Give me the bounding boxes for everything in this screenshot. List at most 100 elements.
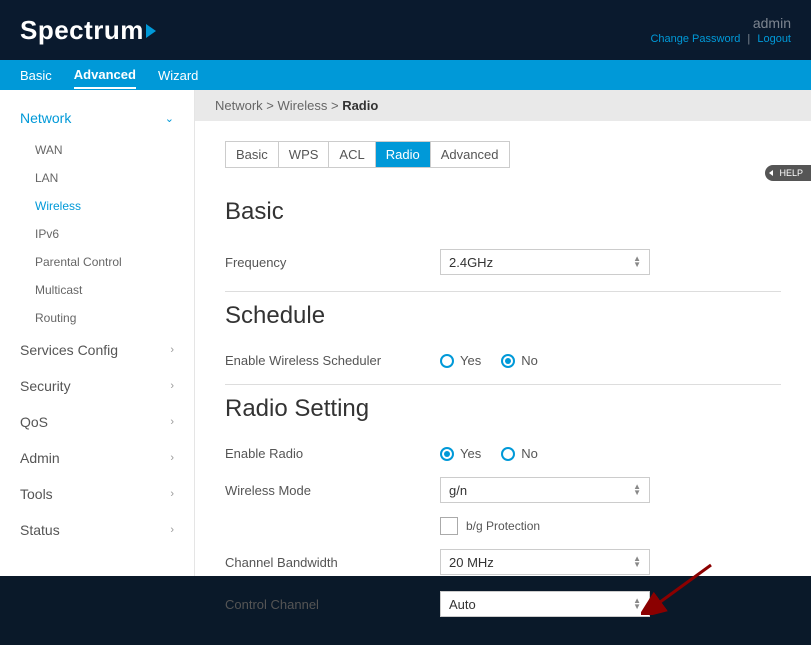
header: Spectrum admin Change Password | Logout [0,0,811,60]
tab-advanced[interactable]: Advanced [74,62,136,89]
section-title-basic: Basic [225,198,781,226]
sidebar-label: QoS [20,414,48,430]
enable-radio-radios: Yes No [440,446,781,461]
select-arrows-icon: ▲▼ [633,598,641,610]
bg-protection-label: b/g Protection [466,519,540,533]
sidebar-section-network[interactable]: Network ⌄ [0,100,194,136]
subtab-acl[interactable]: ACL [329,142,375,167]
subtab-wps[interactable]: WPS [279,142,330,167]
chevron-right-icon: › [170,416,174,428]
enable-radio-no[interactable]: No [501,446,538,461]
tab-wizard[interactable]: Wizard [158,63,198,88]
radio-label: No [521,353,538,368]
frequency-select[interactable]: 2.4GHz ▲▼ [440,249,650,275]
control-channel-control: Auto ▲▼ [440,591,781,617]
breadcrumb: Network > Wireless > Radio [195,90,811,121]
form-row-control-channel: Control Channel Auto ▲▼ [225,583,781,625]
sidebar: Network ⌄ WAN LAN Wireless IPv6 Parental… [0,90,195,576]
section-title-radio: Radio Setting [225,395,781,423]
sidebar-label: Network [20,110,71,126]
channel-bandwidth-value: 20 MHz [449,555,494,570]
sub-tabs: Basic WPS ACL Radio Advanced [225,141,510,168]
sidebar-item-routing[interactable]: Routing [0,304,194,332]
channel-bandwidth-select[interactable]: 20 MHz ▲▼ [440,549,650,575]
sidebar-section-services-config[interactable]: Services Config › [0,332,194,368]
logo-text: Spectrum [20,15,144,46]
sidebar-subitems-network: WAN LAN Wireless IPv6 Parental Control M… [0,136,194,332]
control-channel-label: Control Channel [225,597,440,612]
radio-icon [440,354,454,368]
frequency-value: 2.4GHz [449,255,493,270]
channel-bandwidth-control: 20 MHz ▲▼ [440,549,781,575]
sidebar-item-parental-control[interactable]: Parental Control [0,248,194,276]
frequency-label: Frequency [225,255,440,270]
content-area: Network ⌄ WAN LAN Wireless IPv6 Parental… [0,90,811,576]
sidebar-item-wan[interactable]: WAN [0,136,194,164]
radio-icon [440,447,454,461]
scheduler-radios: Yes No [440,353,781,368]
form-row-channel-bandwidth: Channel Bandwidth 20 MHz ▲▼ [225,541,781,583]
user-links: Change Password | Logout [650,33,791,45]
bg-protection-checkbox[interactable] [440,517,458,535]
sidebar-item-wireless[interactable]: Wireless [0,192,194,220]
sidebar-label: Tools [20,486,53,502]
wireless-mode-label: Wireless Mode [225,483,440,498]
scheduler-no-radio[interactable]: No [501,353,538,368]
logout-link[interactable]: Logout [757,33,791,45]
chevron-right-icon: › [170,524,174,536]
select-arrows-icon: ▲▼ [633,256,641,268]
scheduler-yes-radio[interactable]: Yes [440,353,481,368]
sidebar-item-lan[interactable]: LAN [0,164,194,192]
bg-protection-row: b/g Protection [440,511,781,541]
sidebar-section-status[interactable]: Status › [0,512,194,548]
form-row-enable-radio: Enable Radio Yes No [225,438,781,469]
control-channel-value: Auto [449,597,476,612]
username-label: admin [650,15,791,31]
channel-bandwidth-label: Channel Bandwidth [225,555,440,570]
chevron-right-icon: › [170,380,174,392]
subtab-advanced[interactable]: Advanced [431,142,509,167]
radio-icon [501,354,515,368]
enable-radio-yes[interactable]: Yes [440,446,481,461]
control-channel-select[interactable]: Auto ▲▼ [440,591,650,617]
tab-basic[interactable]: Basic [20,63,52,88]
subtab-radio[interactable]: Radio [376,142,431,167]
radio-icon [501,447,515,461]
section-title-schedule: Schedule [225,302,781,330]
select-arrows-icon: ▲▼ [633,556,641,568]
radio-label: No [521,446,538,461]
chevron-right-icon: › [170,452,174,464]
select-arrows-icon: ▲▼ [633,484,641,496]
divider [225,384,781,385]
chevron-down-icon: ⌄ [165,112,174,125]
help-button[interactable]: HELP [765,165,811,181]
wireless-mode-control: g/n ▲▼ [440,477,781,503]
help-label: HELP [779,168,803,178]
breadcrumb-current: Radio [342,98,378,113]
subtab-basic[interactable]: Basic [226,142,279,167]
form-row-scheduler: Enable Wireless Scheduler Yes No [225,345,781,376]
radio-label: Yes [460,353,481,368]
sidebar-section-tools[interactable]: Tools › [0,476,194,512]
frequency-control: 2.4GHz ▲▼ [440,249,781,275]
main: Network > Wireless > Radio HELP Basic WP… [195,90,811,576]
sidebar-item-ipv6[interactable]: IPv6 [0,220,194,248]
wireless-mode-value: g/n [449,483,467,498]
sidebar-section-admin[interactable]: Admin › [0,440,194,476]
sidebar-label: Admin [20,450,60,466]
logo: Spectrum [20,15,156,46]
sidebar-section-security[interactable]: Security › [0,368,194,404]
enable-radio-label: Enable Radio [225,446,440,461]
main-content: Basic WPS ACL Radio Advanced Basic Frequ… [195,121,811,645]
breadcrumb-part: Network [215,98,263,113]
chevron-right-icon: › [170,488,174,500]
sidebar-section-qos[interactable]: QoS › [0,404,194,440]
sidebar-label: Status [20,522,60,538]
separator: | [747,33,750,45]
sidebar-label: Services Config [20,342,118,358]
wireless-mode-select[interactable]: g/n ▲▼ [440,477,650,503]
sidebar-label: Security [20,378,71,394]
user-area: admin Change Password | Logout [650,15,791,45]
change-password-link[interactable]: Change Password [650,33,740,45]
sidebar-item-multicast[interactable]: Multicast [0,276,194,304]
